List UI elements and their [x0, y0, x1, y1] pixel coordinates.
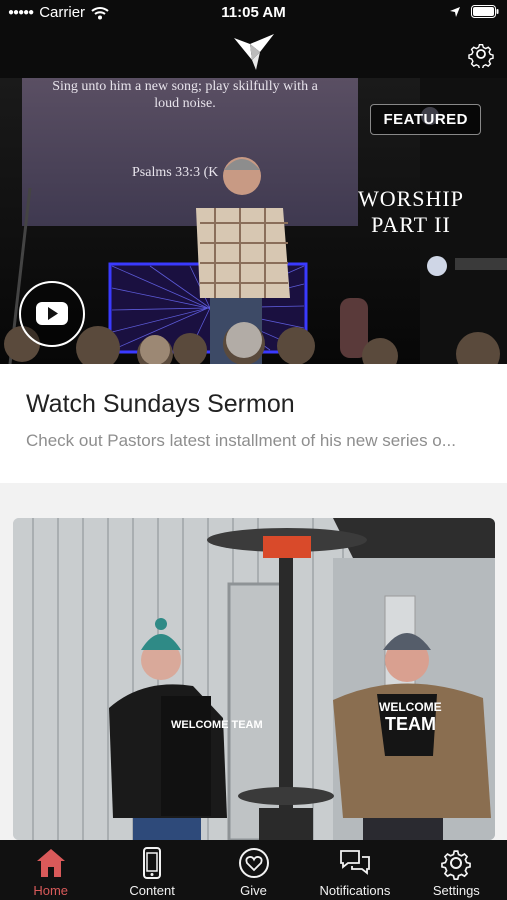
- home-icon: [36, 849, 65, 877]
- screen-verse-line1: Sing unto him a new song; play skilfully…: [52, 79, 318, 94]
- content-card-image[interactable]: WELCOME TEAM WELCOME TEAM: [13, 518, 495, 840]
- tab-home[interactable]: Home: [0, 840, 101, 900]
- tab-notifications[interactable]: Notifications: [304, 840, 405, 900]
- status-bar: ●●●●● Carrier 11:05 AM: [0, 0, 507, 26]
- featured-card-title[interactable]: Watch Sundays Sermon: [26, 390, 481, 419]
- gear-icon: [441, 850, 472, 880]
- tab-content-label: Content: [129, 883, 175, 898]
- youtube-play-icon: [36, 302, 68, 325]
- youtube-play-button[interactable]: [19, 281, 85, 347]
- heart-circle-icon: [238, 848, 269, 878]
- tab-settings[interactable]: Settings: [406, 840, 507, 900]
- tab-notifications-label: Notifications: [319, 883, 391, 898]
- battery-icon: [471, 5, 499, 18]
- tab-give[interactable]: Give: [203, 840, 304, 900]
- featured-hero-image[interactable]: Sing unto him a new song; play skilfully…: [0, 78, 507, 364]
- status-time: 11:05 AM: [221, 4, 286, 21]
- man-shirt-text-line2: TEAM: [385, 714, 436, 734]
- status-right: [449, 5, 499, 18]
- tab-give-label: Give: [240, 883, 267, 898]
- series-overlay-title-line1: WORSHIP: [357, 186, 464, 211]
- top-nav: [0, 26, 507, 78]
- welcome-team-photo: WELCOME TEAM WELCOME TEAM: [13, 518, 495, 840]
- series-overlay-title-line2: PART II: [371, 212, 451, 237]
- origami-bird-logo-icon: [234, 34, 274, 70]
- series-overlay-title: WORSHIP PART II: [341, 186, 481, 238]
- featured-card-text: Watch Sundays Sermon Check out Pastors l…: [26, 390, 481, 451]
- featured-card-description: Check out Pastors latest installment of …: [26, 431, 456, 450]
- gear-icon[interactable]: [467, 40, 495, 68]
- screen-verse-reference: Psalms 33:3 (K: [132, 165, 218, 180]
- featured-card[interactable]: Sing unto him a new song; play skilfully…: [0, 78, 507, 483]
- man-shirt-text-line1: WELCOME: [379, 700, 442, 714]
- chat-bubbles-icon: [340, 850, 370, 875]
- location-arrow-icon: [450, 6, 460, 17]
- featured-badge: FEATURED: [370, 104, 481, 135]
- tab-settings-label: Settings: [432, 883, 480, 898]
- tab-home-label: Home: [33, 883, 69, 898]
- screen-verse-line2: loud noise.: [154, 96, 215, 111]
- tab-bar: Home Content Give Notifications Settings: [0, 840, 507, 900]
- phone-icon: [143, 847, 162, 879]
- woman-shirt-text: WELCOME TEAM: [171, 719, 263, 731]
- tab-content[interactable]: Content: [101, 840, 202, 900]
